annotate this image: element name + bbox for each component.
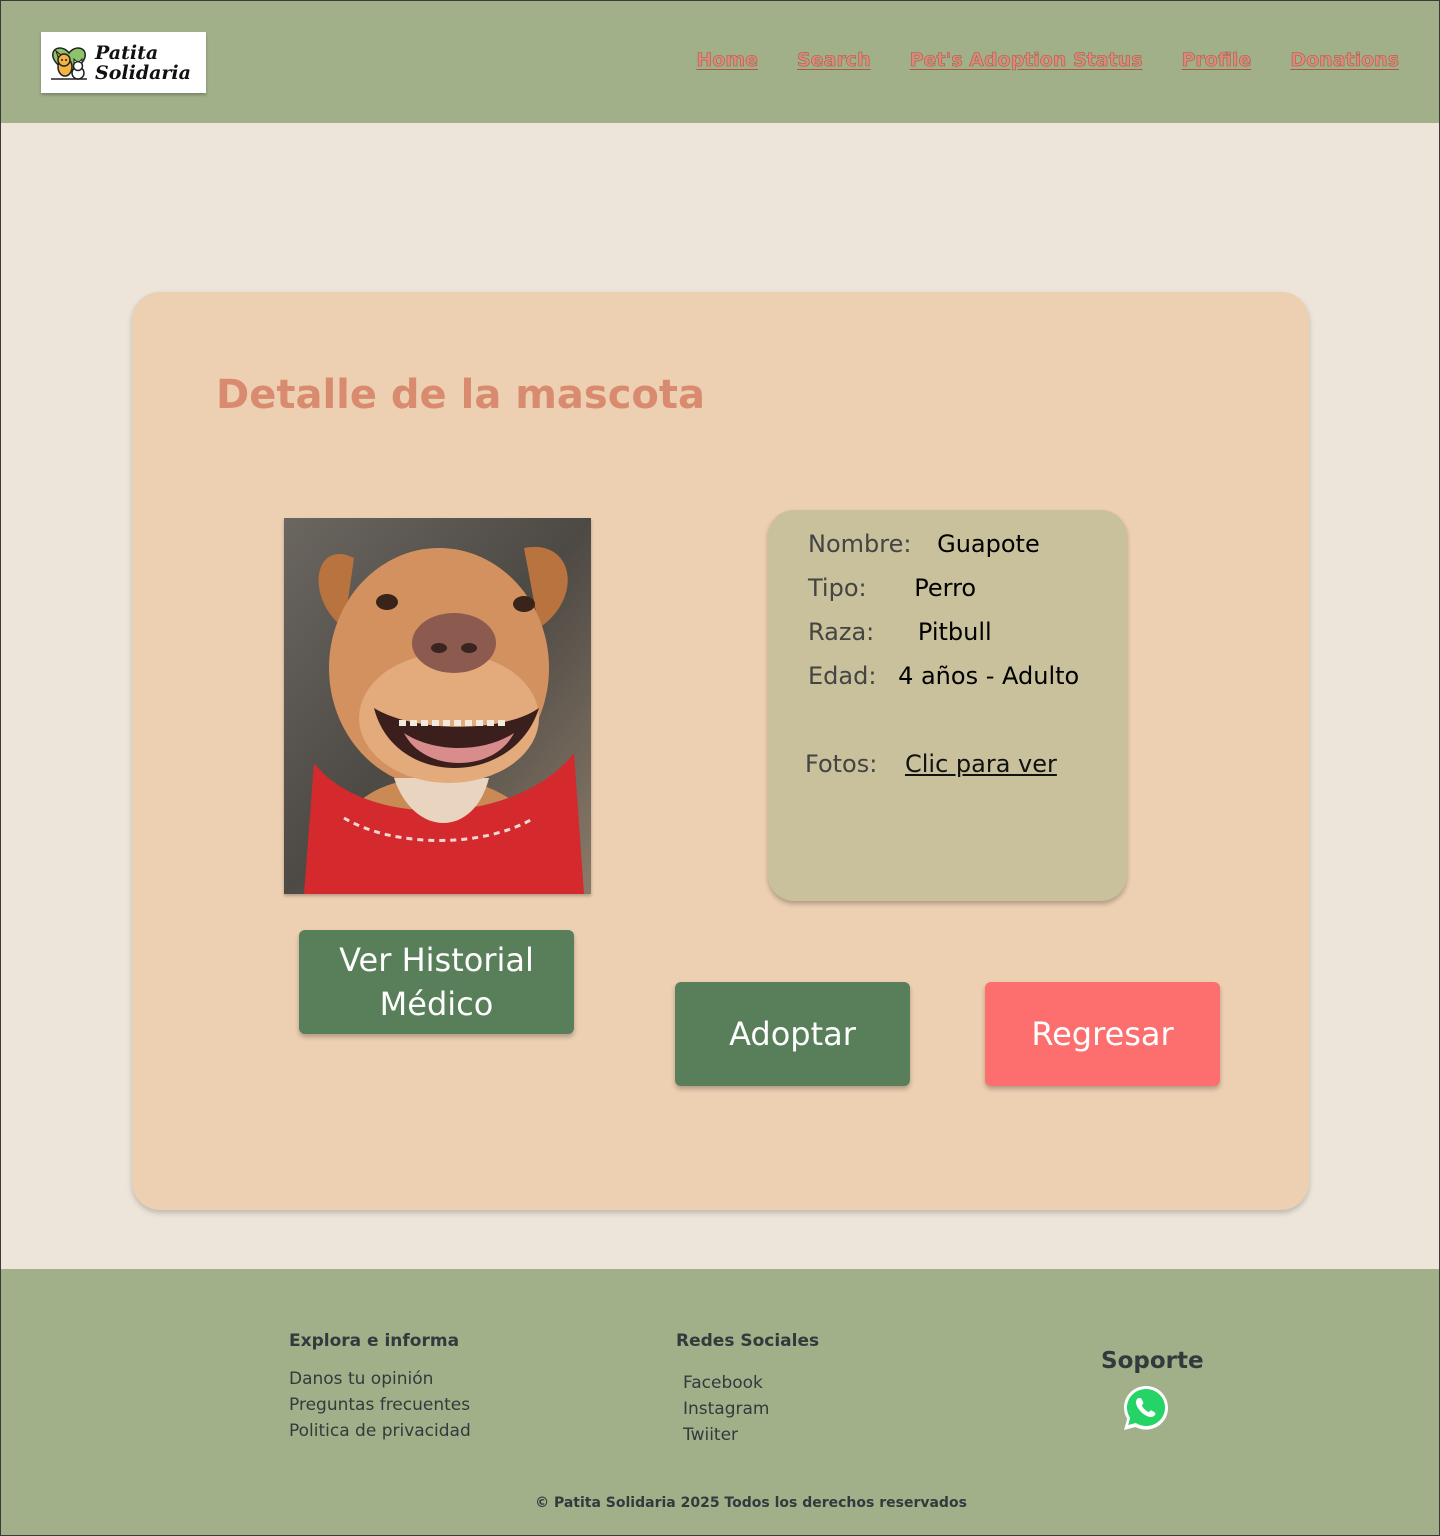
medical-history-label: Ver Historial Médico xyxy=(339,938,534,1026)
whatsapp-icon[interactable] xyxy=(1121,1383,1171,1433)
medical-history-line-2: Médico xyxy=(379,985,494,1023)
social-title: Redes Sociales xyxy=(676,1331,820,1351)
breed-label: Raza: xyxy=(808,618,875,646)
info-name-row: Nombre: Guapote xyxy=(808,530,1040,558)
age-label: Edad: xyxy=(808,662,877,690)
nav-donations[interactable]: Donations xyxy=(1290,49,1399,72)
logo-line-2: Solidaria xyxy=(95,61,191,84)
dog-photo-illustration xyxy=(284,518,591,894)
medical-history-line-1: Ver Historial xyxy=(339,941,534,979)
adopt-button[interactable]: Adoptar xyxy=(675,982,910,1086)
support-title: Soporte xyxy=(1101,1348,1204,1374)
nav-adoption-status[interactable]: Pet's Adoption Status xyxy=(909,49,1142,72)
pet-photo xyxy=(284,518,591,894)
site-footer: Explora e informa Danos tu opinión Pregu… xyxy=(1,1269,1439,1535)
logo-text: Patita Solidaria xyxy=(95,43,191,83)
nav-profile[interactable]: Profile xyxy=(1181,49,1251,72)
breed-value: Pitbull xyxy=(917,618,992,646)
medical-history-button[interactable]: Ver Historial Médico xyxy=(299,930,574,1034)
footer-link-facebook[interactable]: Facebook xyxy=(683,1373,763,1393)
age-value: 4 años - Adulto xyxy=(898,662,1080,690)
footer-link-feedback[interactable]: Danos tu opinión xyxy=(289,1369,433,1389)
photos-link[interactable]: Clic para ver xyxy=(905,750,1057,778)
page-title: Detalle de la mascota xyxy=(216,372,706,418)
pet-info-box: Nombre: Guapote Tipo: Perro Raza: Pitbul… xyxy=(768,510,1127,901)
name-label: Nombre: xyxy=(808,530,912,558)
main-nav: Home Search Pet's Adoption Status Profil… xyxy=(657,49,1399,72)
site-header: Patita Solidaria Home Search Pet's Adopt… xyxy=(1,1,1439,123)
back-button[interactable]: Regresar xyxy=(985,982,1220,1086)
footer-link-twitter[interactable]: Twiiter xyxy=(683,1425,738,1445)
logo-line-1: Patita xyxy=(95,41,159,64)
type-label: Tipo: xyxy=(808,574,867,602)
name-value: Guapote xyxy=(937,530,1040,558)
footer-link-faq[interactable]: Preguntas frecuentes xyxy=(289,1395,470,1415)
explore-title: Explora e informa xyxy=(289,1331,460,1351)
info-photos-row: Fotos: Clic para ver xyxy=(805,750,1057,778)
info-age-row: Edad: 4 años - Adulto xyxy=(808,662,1079,690)
info-type-row: Tipo: Perro xyxy=(808,574,976,602)
type-value: Perro xyxy=(914,574,977,602)
copyright: © Patita Solidaria 2025 Todos los derech… xyxy=(535,1495,967,1511)
footer-link-privacy[interactable]: Politica de privacidad xyxy=(289,1421,471,1441)
logo[interactable]: Patita Solidaria xyxy=(41,32,206,93)
photos-label: Fotos: xyxy=(805,750,878,778)
footer-link-instagram[interactable]: Instagram xyxy=(683,1399,770,1419)
nav-home[interactable]: Home xyxy=(696,49,758,72)
info-breed-row: Raza: Pitbull xyxy=(808,618,992,646)
nav-search[interactable]: Search xyxy=(797,49,871,72)
dog-cat-logo-icon xyxy=(51,46,87,80)
pet-detail-card: Detalle de la mascota Nombre: Guapote Ti… xyxy=(132,292,1309,1210)
